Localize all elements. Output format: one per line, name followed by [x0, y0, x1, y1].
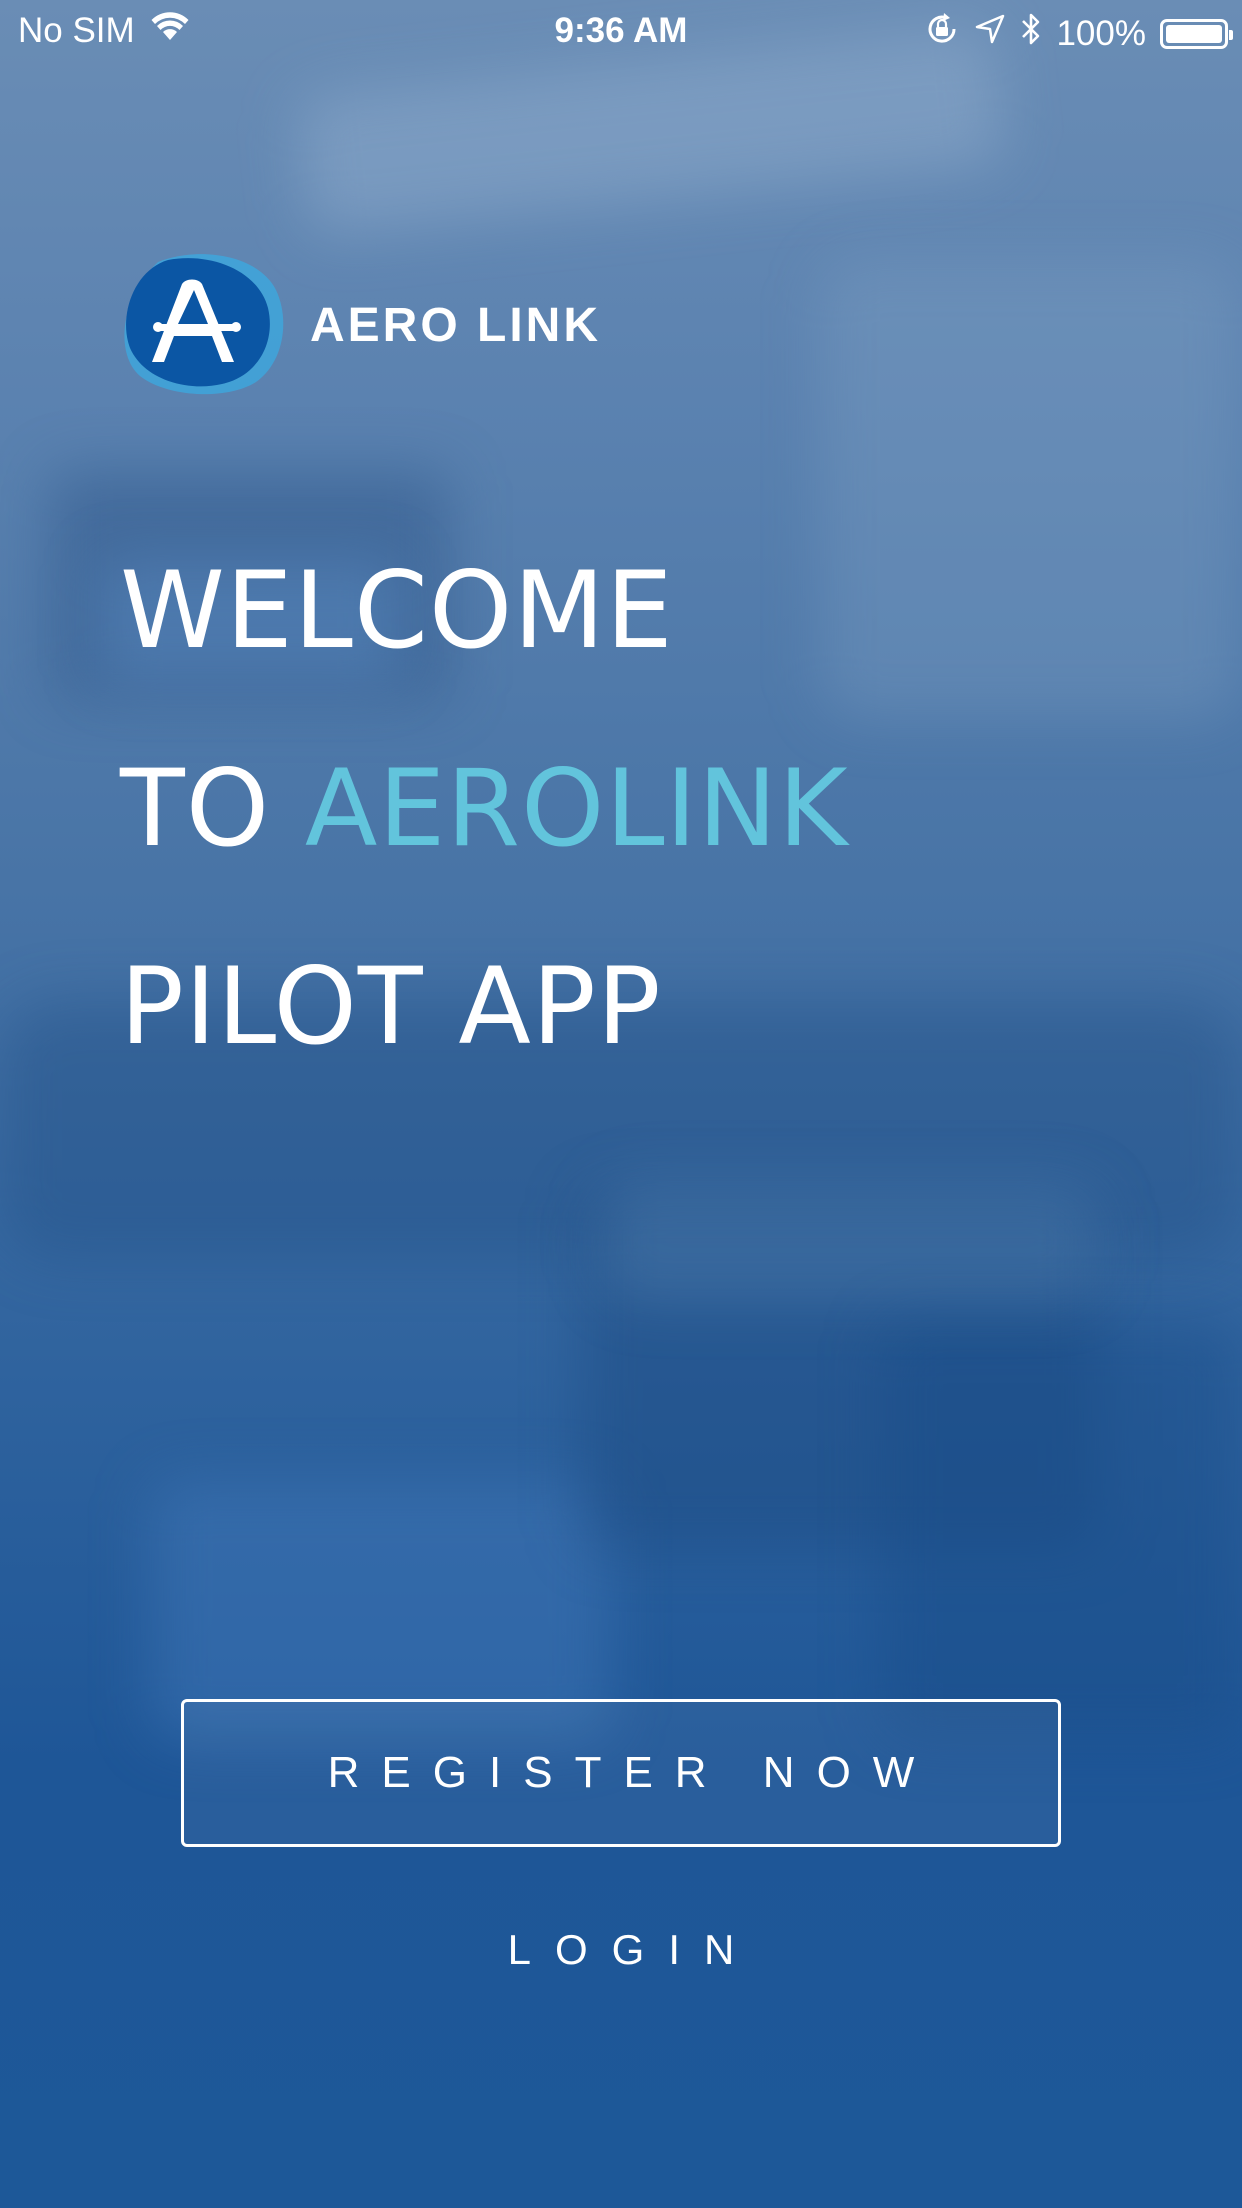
status-bar-right: 100%: [924, 11, 1233, 56]
battery-level-fill: [1166, 24, 1222, 43]
welcome-heading: WELCOME TO AEROLINK PILOT APP: [120, 512, 849, 1106]
aerolink-logo-mark: [124, 254, 284, 395]
battery-icon: [1160, 18, 1233, 49]
register-now-button[interactable]: REGISTER NOW: [181, 1699, 1061, 1847]
welcome-line-3: PILOT APP: [120, 945, 662, 1068]
orientation-lock-icon: [924, 11, 960, 56]
background-photo-blur: [600, 1180, 1100, 1300]
background-photo-blur: [820, 260, 1240, 720]
welcome-line-2-prefix: TO: [120, 747, 271, 870]
welcome-line-1: WELCOME: [120, 549, 674, 672]
battery-percent: 100%: [1056, 13, 1146, 53]
bluetooth-icon: [1020, 12, 1042, 55]
aerolink-logo: AERO LINK: [118, 250, 601, 400]
logo-wordmark: AERO LINK: [310, 298, 601, 352]
background-photo-blur: [880, 1320, 1240, 1740]
login-link[interactable]: LOGIN: [0, 1926, 1242, 1974]
status-bar: No SIM 9:36 AM 100%: [0, 0, 1242, 62]
welcome-app-name: AEROLINK: [304, 747, 849, 870]
welcome-screen: No SIM 9:36 AM 100% AERO LINK WELCOME TO…: [0, 0, 1242, 2208]
location-arrow-icon: [974, 13, 1006, 54]
welcome-line-2: TO AEROLINK: [120, 710, 849, 908]
